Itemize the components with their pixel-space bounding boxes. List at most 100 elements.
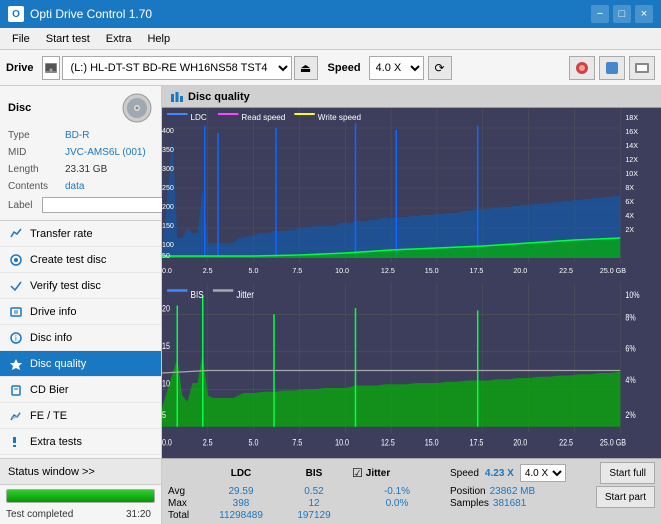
svg-text:Read speed: Read speed [241, 113, 285, 122]
svg-text:50: 50 [162, 253, 170, 260]
svg-text:22.5: 22.5 [559, 438, 573, 448]
start-part-button[interactable]: Start part [596, 486, 655, 508]
main-area: Disc Type BD-R MID JVC-AMS6L (001) [0, 86, 661, 524]
speed-value-stat: 4.23 X [485, 468, 514, 479]
close-button[interactable]: × [635, 5, 653, 23]
svg-text:17.5: 17.5 [470, 268, 484, 275]
chart-area: Disc quality [162, 86, 661, 524]
sidebar-item-disc-info[interactable]: i Disc info [0, 325, 161, 351]
stats-header-row: LDC BIS ☑ Jitter Speed 4.23 X 4.0 X Star… [168, 462, 655, 484]
menu-extra[interactable]: Extra [98, 31, 140, 47]
samples-value: 381681 [493, 498, 526, 509]
sidebar-item-cd-bier[interactable]: CD Bier [0, 377, 161, 403]
fe-te-icon [8, 408, 24, 424]
sidebar-item-create-test-disc[interactable]: Create test disc [0, 247, 161, 273]
disc-type-label: Type [8, 128, 63, 143]
progress-bar-fill [7, 490, 154, 502]
titlebar-controls: − □ × [591, 5, 653, 23]
svg-text:10.0: 10.0 [335, 438, 349, 448]
svg-text:0.0: 0.0 [162, 268, 172, 275]
minimize-button[interactable]: − [591, 5, 609, 23]
disc-quality-label: Disc quality [30, 358, 86, 370]
menu-start-test[interactable]: Start test [38, 31, 98, 47]
menu-help[interactable]: Help [139, 31, 178, 47]
extra-tests-icon [8, 434, 24, 450]
toolbar-btn2[interactable] [599, 56, 625, 80]
progress-bar-container [6, 489, 155, 503]
col-header-bis: BIS [284, 468, 344, 479]
disc-label-label: Label [8, 200, 38, 211]
speed-label-stat: Speed [450, 468, 479, 479]
svg-text:17.5: 17.5 [470, 438, 484, 448]
stats-data-rows: Avg Max Total 29.59 398 11298489 0.52 12… [168, 486, 655, 521]
svg-text:Write speed: Write speed [318, 113, 361, 122]
chart-header: Disc quality [162, 86, 661, 108]
svg-text:20.0: 20.0 [513, 268, 527, 275]
drive-info-icon [8, 304, 24, 320]
drive-label: Drive [6, 62, 34, 74]
top-chart: LDC Read speed Write speed 400 350 300 2… [162, 108, 661, 283]
disc-contents-label: Contents [8, 179, 63, 194]
speed-select[interactable]: Max 1.0 X 2.0 X 4.0 X 6.0 X 8.0 X [369, 56, 424, 80]
position-value: 23862 MB [490, 486, 536, 497]
maximize-button[interactable]: □ [613, 5, 631, 23]
svg-text:22.5: 22.5 [559, 268, 573, 275]
sidebar-item-extra-tests[interactable]: Extra tests [0, 429, 161, 455]
svg-text:150: 150 [162, 223, 174, 230]
start-full-button[interactable]: Start full [600, 462, 655, 484]
refresh-button[interactable]: ⟳ [428, 56, 452, 80]
sidebar-item-drive-info[interactable]: Drive info [0, 299, 161, 325]
stats-bar: LDC BIS ☑ Jitter Speed 4.23 X 4.0 X Star… [162, 458, 661, 524]
svg-text:20: 20 [162, 304, 170, 314]
samples-label: Samples [450, 498, 489, 509]
row-max-label: Max [168, 498, 198, 509]
sidebar-item-disc-quality[interactable]: Disc quality [0, 351, 161, 377]
disc-info-label: Disc info [30, 332, 72, 344]
status-window-button[interactable]: Status window >> [0, 459, 161, 485]
svg-text:12.5: 12.5 [381, 268, 395, 275]
svg-text:25.0 GB: 25.0 GB [600, 438, 626, 448]
verify-test-disc-icon [8, 278, 24, 294]
svg-text:15.0: 15.0 [425, 268, 439, 275]
drive-select[interactable]: (L:) HL-DT-ST BD-RE WH16NS58 TST4 [62, 56, 292, 80]
disc-info-table: Type BD-R MID JVC-AMS6L (001) Length 23.… [8, 128, 153, 214]
disc-mid-value: JVC-AMS6L (001) [65, 145, 146, 160]
disc-svg-icon [121, 92, 153, 124]
titlebar-left: O Opti Drive Control 1.70 [8, 6, 152, 22]
disc-panel-title: Disc [8, 102, 31, 114]
fe-te-label: FE / TE [30, 410, 67, 422]
status-time: 31:20 [126, 509, 151, 520]
toolbar-btn1[interactable] [569, 56, 595, 80]
svg-text:10: 10 [162, 379, 170, 389]
svg-text:14X: 14X [625, 143, 638, 150]
cd-bier-icon [8, 382, 24, 398]
speed-select-stat[interactable]: 4.0 X [520, 464, 566, 482]
menu-file[interactable]: File [4, 31, 38, 47]
svg-text:BIS: BIS [191, 289, 204, 300]
disc-mid-label: MID [8, 145, 63, 160]
svg-text:2X: 2X [625, 227, 634, 234]
disc-contents-value: data [65, 179, 84, 194]
svg-text:5: 5 [162, 410, 166, 420]
disc-label-input[interactable] [42, 197, 180, 213]
svg-text:2.5: 2.5 [203, 438, 213, 448]
toolbar-btn3[interactable] [629, 56, 655, 80]
svg-text:7.5: 7.5 [292, 438, 302, 448]
eject-button[interactable]: ⏏ [294, 56, 318, 80]
svg-text:350: 350 [162, 147, 174, 154]
disc-panel: Disc Type BD-R MID JVC-AMS6L (001) [0, 86, 161, 221]
col-header-jitter: Jitter [366, 468, 390, 479]
sidebar-item-verify-test-disc[interactable]: Verify test disc [0, 273, 161, 299]
sidebar-item-transfer-rate[interactable]: Transfer rate [0, 221, 161, 247]
svg-text:8X: 8X [625, 185, 634, 192]
avg-ldc: 29.59 [206, 486, 276, 497]
max-ldc: 398 [206, 498, 276, 509]
sidebar-item-fe-te[interactable]: FE / TE [0, 403, 161, 429]
svg-text:5.0: 5.0 [249, 268, 259, 275]
svg-text:25.0 GB: 25.0 GB [600, 268, 626, 275]
svg-text:250: 250 [162, 185, 174, 192]
svg-text:100: 100 [162, 242, 174, 249]
create-test-disc-label: Create test disc [30, 254, 106, 266]
avg-bis: 0.52 [284, 486, 344, 497]
bottom-chart: BIS Jitter 20 15 10 5 10% 8% 6% 4% 2% 0.… [162, 283, 661, 458]
